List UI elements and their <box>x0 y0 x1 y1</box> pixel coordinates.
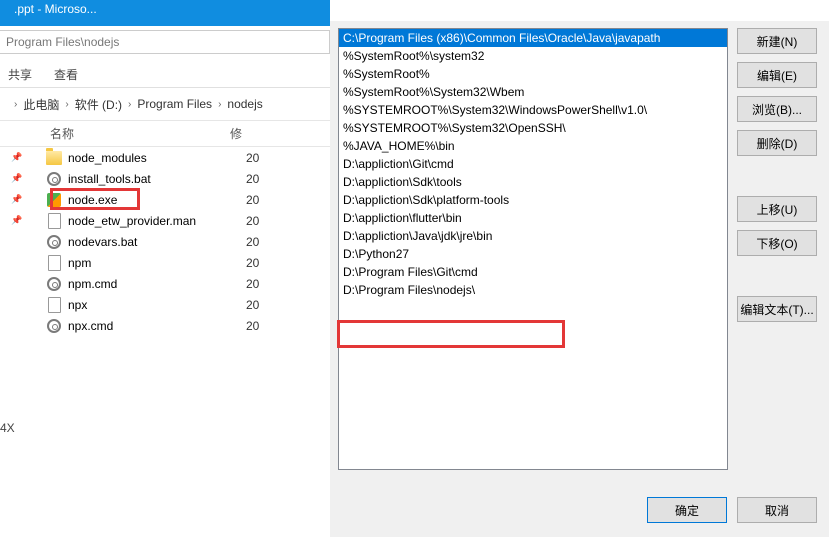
file-name: npx <box>66 298 246 312</box>
doc-icon <box>42 213 66 229</box>
file-name: install_tools.bat <box>66 172 246 186</box>
file-name: node.exe <box>66 193 246 207</box>
address-bar[interactable]: Program Files\nodejs <box>0 30 330 54</box>
path-row[interactable]: %SystemRoot%\System32\Wbem <box>339 83 727 101</box>
file-row[interactable]: npx.cmd20 <box>0 315 330 336</box>
crumb-this-pc[interactable]: 此电脑 <box>23 96 59 113</box>
doc-icon <box>42 297 66 313</box>
path-row[interactable]: %SYSTEMROOT%\System32\WindowsPowerShell\… <box>339 101 727 119</box>
file-row[interactable]: nodevars.bat20 <box>0 231 330 252</box>
delete-button[interactable]: 删除(D) <box>737 130 817 156</box>
edit-button[interactable]: 编辑(E) <box>737 62 817 88</box>
file-date: 20 <box>246 319 259 333</box>
column-header-name[interactable]: 名称 <box>0 125 230 142</box>
file-date: 20 <box>246 193 259 207</box>
file-date: 20 <box>246 235 259 249</box>
ribbon-tabs: 共享 查看 <box>0 62 330 88</box>
doc-icon <box>42 255 66 271</box>
file-row[interactable]: npx20 <box>0 294 330 315</box>
edit-text-button[interactable]: 编辑文本(T)... <box>737 296 817 322</box>
crumb-folder-2[interactable]: nodejs <box>227 97 262 111</box>
path-row[interactable]: D:\appliction\Sdk\platform-tools <box>339 191 727 209</box>
pin-icon: 📌 <box>10 173 24 184</box>
file-name: node_etw_provider.man <box>66 214 246 228</box>
file-list[interactable]: 📌node_modules20📌install_tools.bat20📌node… <box>0 147 330 336</box>
path-row[interactable]: D:\appliction\Java\jdk\jre\bin <box>339 227 727 245</box>
file-row[interactable]: npm.cmd20 <box>0 273 330 294</box>
path-row[interactable]: %SystemRoot% <box>339 65 727 83</box>
file-row[interactable]: 📌 install_tools.bat20 <box>0 168 330 189</box>
file-date: 20 <box>246 214 259 228</box>
file-list-area: 名称 修 📌node_modules20📌install_tools.bat20… <box>0 120 330 537</box>
file-row[interactable]: npm20 <box>0 252 330 273</box>
crumb-folder-1[interactable]: Program Files <box>137 97 212 111</box>
pin-icon: 📌 <box>10 152 24 163</box>
folder-icon <box>42 151 66 165</box>
file-date: 20 <box>246 172 259 186</box>
button-column: 新建(N) 编辑(E) 浏览(B)... 删除(D) 上移(U) 下移(O) 编… <box>737 28 817 322</box>
path-row[interactable]: D:\Program Files\Git\cmd <box>339 263 727 281</box>
path-listbox[interactable]: C:\Program Files (x86)\Common Files\Orac… <box>338 28 728 470</box>
statusbar-text: 4X <box>0 421 15 435</box>
path-row[interactable]: D:\appliction\flutter\bin <box>339 209 727 227</box>
pin-icon: 📌 <box>10 194 24 205</box>
chevron-right-icon: › <box>65 99 68 110</box>
file-name: npm <box>66 256 246 270</box>
gear-icon <box>42 172 66 186</box>
move-down-button[interactable]: 下移(O) <box>737 230 817 256</box>
breadcrumb[interactable]: › 此电脑 › 软件 (D:) › Program Files › nodejs <box>8 92 330 116</box>
cancel-button[interactable]: 取消 <box>737 497 817 523</box>
column-header-date[interactable]: 修 <box>230 125 330 142</box>
path-row[interactable]: %JAVA_HOME%\bin <box>339 137 727 155</box>
chevron-right-icon: › <box>218 99 221 110</box>
file-date: 20 <box>246 277 259 291</box>
chevron-right-icon: › <box>128 99 131 110</box>
file-name: npx.cmd <box>66 319 246 333</box>
tab-share[interactable]: 共享 <box>8 66 32 83</box>
file-date: 20 <box>246 298 259 312</box>
file-date: 20 <box>246 151 259 165</box>
chevron-right-icon: › <box>14 99 17 110</box>
file-name: nodevars.bat <box>66 235 246 249</box>
column-headers: 名称 修 <box>0 121 330 147</box>
path-row[interactable]: D:\Python27 <box>339 245 727 263</box>
crumb-drive[interactable]: 软件 (D:) <box>75 96 122 113</box>
tab-view[interactable]: 查看 <box>54 66 78 83</box>
gear-icon <box>42 277 66 291</box>
taskbar-tab[interactable]: .ppt - Microso... <box>14 2 97 16</box>
path-row[interactable]: D:\Program Files\nodejs\ <box>339 281 727 299</box>
file-date: 20 <box>246 256 259 270</box>
path-row[interactable]: C:\Program Files (x86)\Common Files\Orac… <box>339 29 727 47</box>
gear-icon <box>42 235 66 249</box>
env-var-dialog: C:\Program Files (x86)\Common Files\Orac… <box>330 21 829 537</box>
new-button[interactable]: 新建(N) <box>737 28 817 54</box>
browse-button[interactable]: 浏览(B)... <box>737 96 817 122</box>
ok-button[interactable]: 确定 <box>647 497 727 523</box>
path-row[interactable]: D:\appliction\Git\cmd <box>339 155 727 173</box>
dialog-bottom-buttons: 确定 取消 <box>647 497 817 523</box>
file-explorer-pane: .ppt - Microso... Program Files\nodejs 共… <box>0 0 330 537</box>
path-row[interactable]: %SYSTEMROOT%\System32\OpenSSH\ <box>339 119 727 137</box>
pin-icon: 📌 <box>10 215 24 226</box>
address-bar-row: Program Files\nodejs <box>0 30 330 54</box>
move-up-button[interactable]: 上移(U) <box>737 196 817 222</box>
file-row[interactable]: 📌 node_etw_provider.man20 <box>0 210 330 231</box>
file-row[interactable]: 📌 node.exe20 <box>0 189 330 210</box>
path-row[interactable]: D:\appliction\Sdk\tools <box>339 173 727 191</box>
file-row[interactable]: 📌 node_modules20 <box>0 147 330 168</box>
file-name: npm.cmd <box>66 277 246 291</box>
path-row[interactable]: %SystemRoot%\system32 <box>339 47 727 65</box>
exe-icon <box>42 193 66 207</box>
file-name: node_modules <box>66 151 246 165</box>
gear-icon <box>42 319 66 333</box>
